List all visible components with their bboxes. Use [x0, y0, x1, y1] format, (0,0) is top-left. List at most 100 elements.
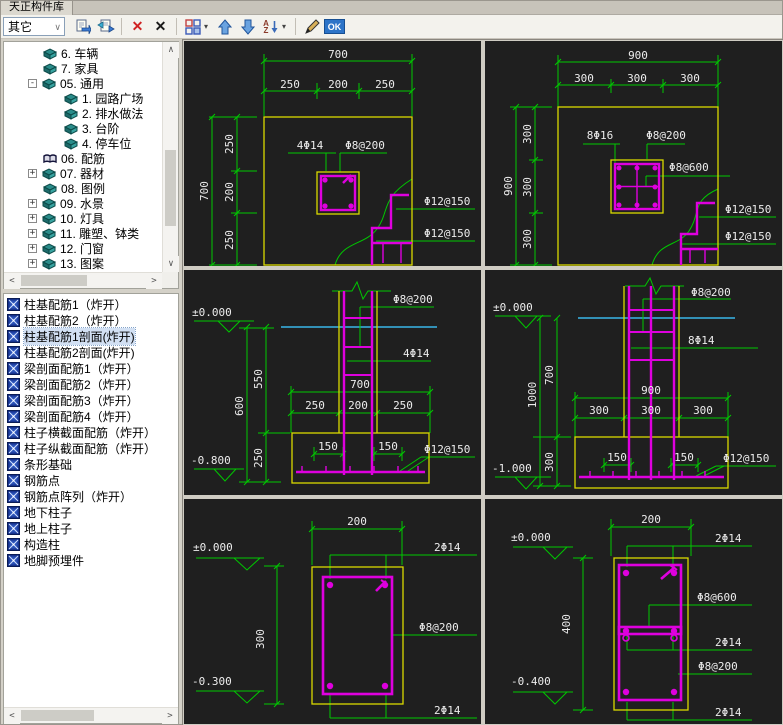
list-item-label: 梁剖面配筋2（炸开） — [24, 377, 139, 392]
svg-text:250: 250 — [375, 78, 395, 91]
tree-horizontal-scrollbar[interactable]: < > — [4, 272, 162, 289]
collapse-icon[interactable]: - — [28, 79, 37, 88]
list-item[interactable]: 钢筋点阵列（炸开） — [4, 488, 178, 504]
list-item[interactable]: 地上柱子 — [4, 520, 178, 536]
list-horizontal-scrollbar[interactable]: < > — [4, 707, 178, 724]
svg-text:300: 300 — [574, 72, 594, 85]
expand-icon[interactable]: + — [28, 244, 37, 253]
grid-view-icon — [184, 18, 201, 35]
svg-text:Φ12@150: Φ12@150 — [424, 195, 470, 208]
list-item[interactable]: 柱子纵截面配筋（炸开） — [4, 440, 178, 456]
scroll-up-button[interactable]: ∧ — [163, 42, 179, 58]
list-item[interactable]: 条形基础 — [4, 456, 178, 472]
scroll-right-button[interactable]: > — [162, 708, 178, 724]
tree-item-doors-windows[interactable]: +12. 门窗 — [4, 241, 161, 256]
expand-icon[interactable]: + — [28, 214, 37, 223]
svg-text:Φ8@600: Φ8@600 — [669, 161, 709, 174]
scroll-left-button[interactable]: < — [4, 708, 20, 724]
list-item[interactable]: 梁剖面配筋4（炸开） — [4, 408, 178, 424]
book-icon — [43, 63, 57, 75]
tree-item-label: 13. 图案 — [60, 257, 105, 271]
window-title-tab[interactable]: 天正构件库 — [1, 1, 73, 15]
svg-text:1000: 1000 — [526, 382, 539, 409]
list-item[interactable]: 梁剖面配筋1（炸开） — [4, 360, 178, 376]
list-item-selected[interactable]: 柱基配筋1剖面(炸开) — [4, 326, 178, 346]
tree-item-sculpture[interactable]: +11. 雕塑、钵类 — [4, 226, 161, 241]
list-item[interactable]: 柱基配筋2剖面(炸开) — [4, 344, 178, 360]
list-item[interactable]: 柱基配筋1（炸开） — [4, 296, 178, 312]
list-item[interactable]: 柱子横截面配筋（炸开） — [4, 424, 178, 440]
view-mode-dropdown-arrow[interactable]: ▾ — [204, 22, 213, 31]
delete-button[interactable]: ✕ — [127, 17, 148, 37]
red-x-icon: ✕ — [131, 18, 144, 34]
svg-text:300: 300 — [543, 452, 556, 472]
scrollbar-thumb[interactable] — [21, 710, 94, 721]
svg-text:200: 200 — [328, 78, 348, 91]
scroll-left-button[interactable]: < — [4, 273, 20, 289]
ok-button[interactable]: OK — [324, 17, 345, 37]
remove-button[interactable]: ✕ — [150, 17, 171, 37]
tree-vertical-scrollbar[interactable]: ∧ ∨ — [162, 42, 179, 272]
list-item[interactable]: 钢筋点 — [4, 472, 178, 488]
block-icon — [7, 426, 20, 439]
svg-text:±0.000: ±0.000 — [192, 306, 232, 319]
tree-item-lighting[interactable]: +10. 灯具 — [4, 211, 161, 226]
tree-item-garden-path[interactable]: 1. 园路广场 — [4, 91, 161, 106]
chevron-down-icon: ∨ — [54, 22, 61, 32]
scroll-right-button[interactable]: > — [146, 273, 162, 289]
view-mode-button[interactable] — [182, 17, 203, 37]
preview-column2[interactable]: 200 ±0.000 -0.400 400 2Φ14 Φ8@600 2Φ14 Φ… — [485, 499, 782, 724]
sort-button[interactable]: AZ — [260, 17, 281, 37]
move-up-button[interactable] — [214, 17, 235, 37]
pencil-icon — [304, 18, 320, 34]
sort-dropdown-arrow[interactable]: ▾ — [282, 22, 291, 31]
tree-item-rebar[interactable]: 06. 配筋 — [4, 151, 161, 166]
tree-item-general[interactable]: -05. 通用 — [4, 76, 161, 91]
replace-in-library-button[interactable] — [95, 17, 116, 37]
list-item-label: 柱基配筋1剖面(炸开) — [23, 326, 136, 346]
preview-column1[interactable]: 200 ±0.000 -0.300 300 2Φ14 Φ8@200 2Φ14 — [184, 499, 481, 724]
rebar — [617, 563, 683, 702]
list-item-label: 条形基础 — [24, 457, 73, 472]
scrollbar-thumb[interactable] — [165, 150, 176, 226]
tree-item-steps[interactable]: 3. 台阶 — [4, 121, 161, 136]
svg-text:900: 900 — [628, 49, 648, 62]
list-item[interactable]: 构造柱 — [4, 536, 178, 552]
tree-item-drainage[interactable]: 2. 排水做法 — [4, 106, 161, 121]
expand-icon[interactable]: + — [28, 199, 37, 208]
expand-icon[interactable]: + — [28, 169, 37, 178]
list-item[interactable]: 梁剖面配筋3（炸开） — [4, 392, 178, 408]
tree-item-furniture[interactable]: 7. 家具 — [4, 61, 161, 76]
tree-item-parking[interactable]: 4. 停车位 — [4, 136, 161, 151]
tree-item-equipment[interactable]: +07. 器材 — [4, 166, 161, 181]
move-down-button[interactable] — [237, 17, 258, 37]
tree-item-patterns[interactable]: +13. 图案 — [4, 256, 161, 271]
preview-plan1[interactable]: 700 250 200 250 700 250 200 250 4Φ14 Φ8@… — [184, 41, 481, 266]
list-item[interactable]: 地脚预埋件 — [4, 552, 178, 568]
tree-item-vehicles[interactable]: 6. 车辆 — [4, 46, 161, 61]
preview-section2[interactable]: ±0.000 -1.000 1000 700 300 900 300 300 3… — [485, 270, 782, 495]
store-to-library-button[interactable] — [72, 17, 93, 37]
tree-item-waterscape[interactable]: +09. 水景 — [4, 196, 161, 211]
list-item[interactable]: 梁剖面配筋2（炸开） — [4, 376, 178, 392]
list-item-label: 地脚预埋件 — [24, 553, 85, 568]
category-dropdown[interactable]: 其它 ∨ — [3, 17, 65, 36]
scroll-down-button[interactable]: ∨ — [163, 256, 179, 272]
list-item[interactable]: 柱基配筋2（炸开） — [4, 312, 178, 328]
category-tree: 6. 车辆 7. 家具 -05. 通用 1. 园路广场 2. 排水做法 3. 台… — [3, 41, 179, 289]
sort-az-icon: AZ — [263, 19, 278, 34]
svg-text:300: 300 — [680, 72, 700, 85]
tree-item-legend[interactable]: 08. 图例 — [4, 181, 161, 196]
svg-text:200: 200 — [223, 182, 236, 202]
expand-icon[interactable]: + — [28, 259, 37, 268]
book-icon — [42, 243, 56, 255]
list-item[interactable]: 地下柱子 — [4, 504, 178, 520]
preview-section1[interactable]: ±0.000 -0.800 600 550 250 700 250 200 25… — [184, 270, 481, 495]
book-icon — [64, 108, 78, 120]
preview-plan2[interactable]: 900 300 300 300 900 300 300 300 8Φ16 Φ8@… — [485, 41, 782, 266]
list-item-label: 钢筋点 — [24, 473, 61, 488]
expand-icon[interactable]: + — [28, 229, 37, 238]
svg-text:2Φ14: 2Φ14 — [715, 636, 742, 649]
scrollbar-thumb[interactable] — [21, 275, 87, 286]
edit-button[interactable] — [301, 17, 322, 37]
